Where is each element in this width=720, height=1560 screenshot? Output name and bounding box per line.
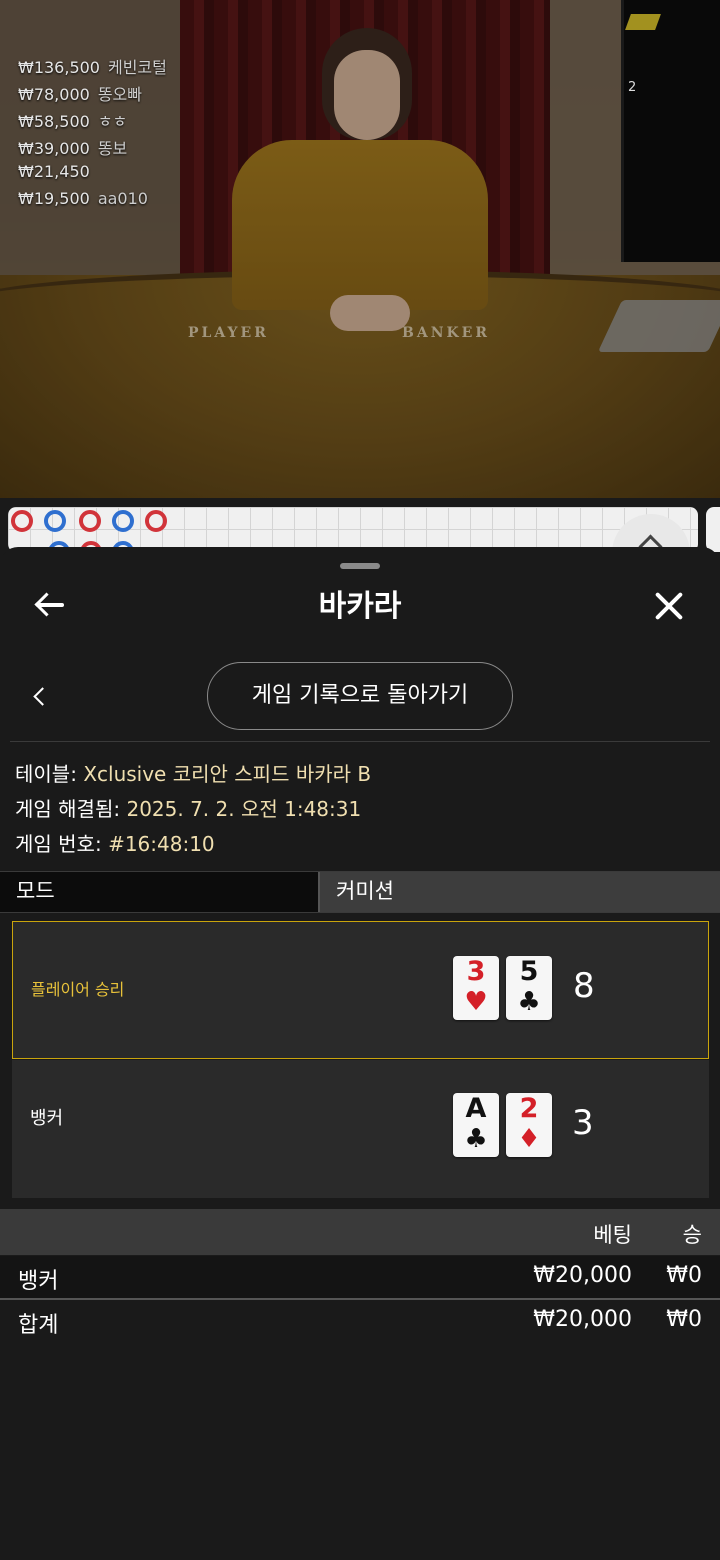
table-info: 테이블: Xclusive 코리안 스피드 바카라 B <box>15 758 371 787</box>
leaderboard-row: ₩21,450 <box>18 162 90 181</box>
bet-table-header: 베팅 승 <box>0 1209 720 1255</box>
return-to-history-button[interactable]: 게임 기록으로 돌아가기 <box>207 662 513 730</box>
player-score: 8 <box>573 966 595 1006</box>
table-info-label: 테이블: <box>15 762 77 786</box>
card-rank: 3 <box>466 956 486 987</box>
winners-leaderboard: ₩136,500 케빈코털 ₩78,000 똥오빠 ₩58,500 ㅎㅎ ₩39,00… <box>18 54 167 216</box>
column-win: 승 <box>682 1223 702 1247</box>
leaderboard-row: ₩78,000 똥오빠 <box>18 85 142 104</box>
leaderboard-row: ₩136,500 케빈코털 <box>18 58 167 77</box>
banker-score: 3 <box>572 1103 594 1143</box>
player-dot <box>145 510 167 532</box>
table-row-total: 합계 ₩20,000 ₩0 <box>0 1300 720 1342</box>
live-video[interactable]: PLAYER BANKER ₩136,500 케빈코털 ₩78,000 똥오빠 ₩5… <box>0 0 720 498</box>
game-history-sheet: 바카라 게임 기록으로 돌아가기 테이블: Xclusive 코리안 스피드 바… <box>0 547 720 1560</box>
close-icon[interactable] <box>650 587 688 625</box>
card-suit-icon: ♦ <box>517 1124 541 1154</box>
total-amount: ₩20,000 <box>533 1307 632 1332</box>
card-rank: A <box>465 1093 487 1124</box>
sheet-drag-handle[interactable] <box>340 563 380 569</box>
leaderboard-row: ₩39,000 똥보 <box>18 139 128 158</box>
resolved-info-label: 게임 해결됨: <box>15 797 121 821</box>
tab-mode[interactable]: 모드 <box>0 872 318 912</box>
banker-dot <box>112 510 134 532</box>
banker-result: 뱅커 A ♣ 2 ♦ 3 <box>12 1060 709 1198</box>
card-suit-icon: ♥ <box>464 987 488 1017</box>
resolved-info: 게임 해결됨: 2025. 7. 2. 오전 1:48:31 <box>15 793 361 822</box>
playing-card: 5 ♣ <box>506 956 552 1020</box>
game-number-info: 게임 번호: #16:48:10 <box>15 828 215 857</box>
playing-card: 3 ♥ <box>453 956 499 1020</box>
card-rank: 2 <box>519 1093 539 1124</box>
card-suit-icon: ♣ <box>464 1124 488 1154</box>
table-info-value: Xclusive 코리안 스피드 바카라 B <box>83 762 372 786</box>
bet-win: ₩0 <box>666 1263 702 1288</box>
playing-card: 2 ♦ <box>506 1093 552 1157</box>
player-result-label: 플레이어 승리 <box>31 980 125 999</box>
bead-road-secondary <box>706 507 720 552</box>
bead-road[interactable] <box>8 507 698 552</box>
video-counter: 2 <box>628 80 637 95</box>
bet-amount: ₩20,000 <box>533 1263 632 1288</box>
game-number-label: 게임 번호: <box>15 832 102 856</box>
leaderboard-row: ₩58,500 ㅎㅎ <box>18 112 128 131</box>
chevron-left-icon[interactable] <box>30 684 52 710</box>
table-row: 뱅커 ₩20,000 ₩0 <box>0 1256 720 1298</box>
mode-tabs: 모드 커미션 <box>0 871 720 913</box>
game-number-value: #16:48:10 <box>108 832 215 856</box>
player-dot <box>79 510 101 532</box>
total-win: ₩0 <box>666 1307 702 1332</box>
player-result: 플레이어 승리 3 ♥ 5 ♣ 8 <box>12 921 709 1059</box>
banker-dot <box>44 510 66 532</box>
leaderboard-row: ₩19,500 aa010 <box>18 189 148 208</box>
bet-name: 뱅커 <box>18 1269 59 1294</box>
card-suit-icon: ♣ <box>517 987 541 1017</box>
tab-commission[interactable]: 커미션 <box>318 872 720 912</box>
divider <box>10 741 710 742</box>
player-dot <box>11 510 33 532</box>
resolved-info-value: 2025. 7. 2. 오전 1:48:31 <box>126 797 362 821</box>
column-bet: 베팅 <box>593 1223 632 1247</box>
total-label: 합계 <box>18 1313 59 1338</box>
card-rank: 5 <box>519 956 539 987</box>
playing-card: A ♣ <box>453 1093 499 1157</box>
sheet-title: 바카라 <box>318 589 402 624</box>
banker-result-label: 뱅커 <box>30 1108 64 1129</box>
